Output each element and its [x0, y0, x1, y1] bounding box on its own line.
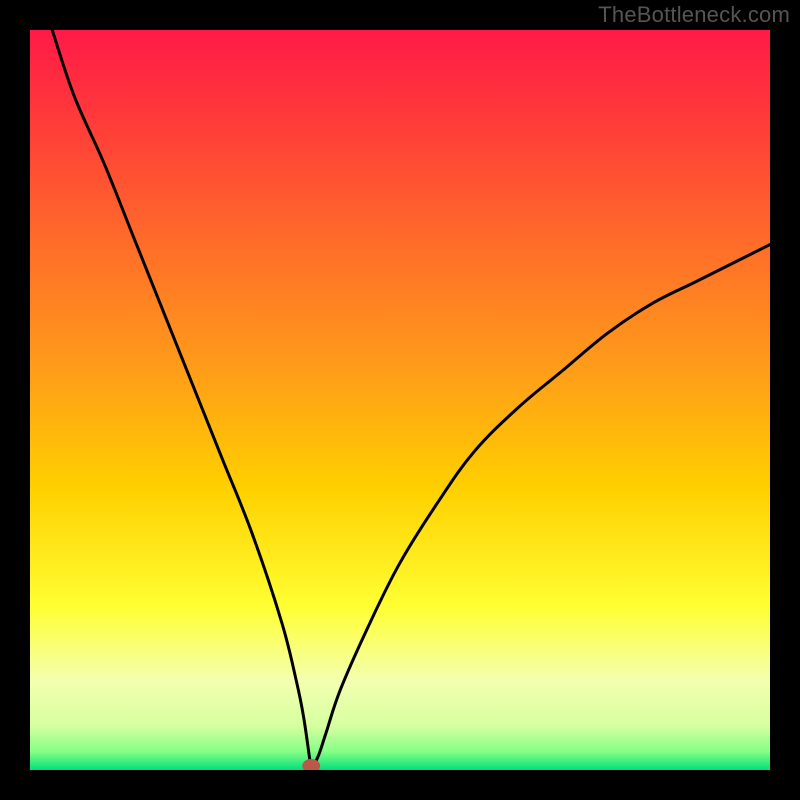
gradient-background — [30, 30, 770, 770]
plot-area — [30, 30, 770, 770]
chart-frame: TheBottleneck.com — [0, 0, 800, 800]
watermark-text: TheBottleneck.com — [598, 2, 790, 28]
plot-svg — [30, 30, 770, 770]
